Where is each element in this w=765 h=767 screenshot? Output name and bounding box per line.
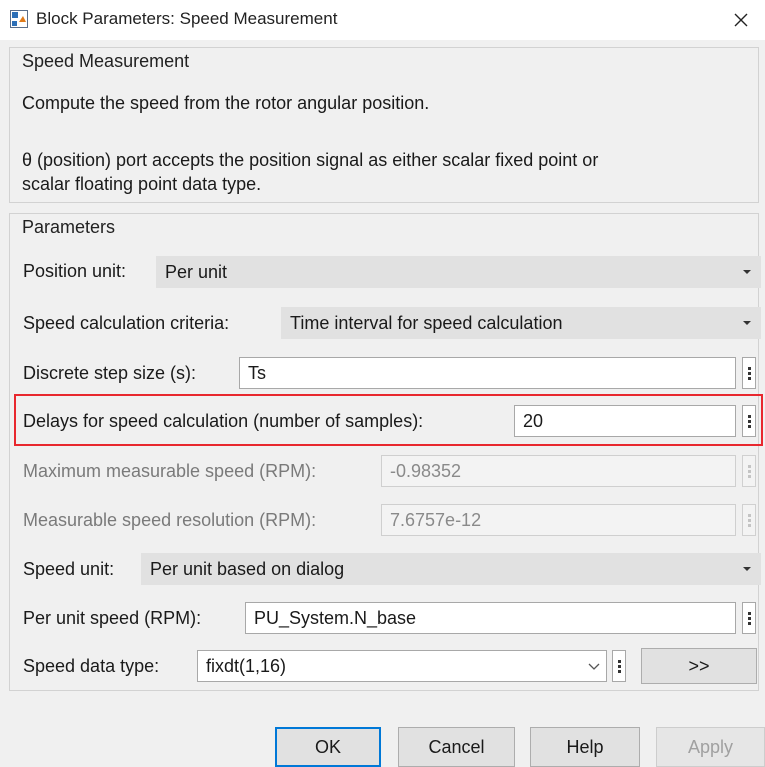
chevron-down-icon[interactable] — [588, 662, 600, 672]
description-group-title: Speed Measurement — [22, 51, 190, 71]
max-speed-value: -0.98352 — [390, 461, 462, 481]
delays-label: Delays for speed calculation (number of … — [23, 411, 424, 431]
dropdown-arrow-icon — [743, 270, 751, 274]
speed-data-type-value: fixdt(1,16) — [206, 656, 287, 676]
speed-calc-criteria-value: Time interval for speed calculation — [290, 313, 563, 333]
resolution-label: Measurable speed resolution (RPM): — [23, 510, 317, 530]
speed-data-type-options-icon[interactable] — [612, 650, 626, 682]
max-speed-input: -0.98352 — [381, 455, 736, 487]
speed-calc-criteria-label: Speed calculation criteria: — [23, 313, 230, 333]
speed-calc-criteria-dropdown[interactable]: Time interval for speed calculation — [281, 307, 761, 339]
position-unit-label: Position unit: — [23, 261, 127, 281]
resolution-options-icon — [742, 504, 756, 536]
help-button[interactable]: Help — [530, 727, 640, 767]
description-line: scalar floating point data type. — [22, 174, 262, 194]
ok-button[interactable]: OK — [275, 727, 381, 767]
apply-button: Apply — [656, 727, 765, 767]
cancel-button[interactable]: Cancel — [398, 727, 515, 767]
per-unit-speed-options-icon[interactable] — [742, 602, 756, 634]
resolution-value: 7.6757e-12 — [390, 510, 482, 530]
per-unit-speed-value: PU_System.N_base — [254, 608, 417, 628]
position-unit-dropdown[interactable]: Per unit — [156, 256, 761, 288]
speed-data-type-combobox[interactable]: fixdt(1,16) — [197, 650, 607, 682]
close-icon — [734, 13, 748, 27]
data-type-assistant-button[interactable]: >> — [641, 648, 757, 684]
parameters-group-title: Parameters — [22, 217, 116, 237]
description-group: Speed Measurement Compute the speed from… — [9, 47, 759, 203]
dropdown-arrow-icon — [743, 321, 751, 325]
simulink-block-icon — [10, 10, 28, 28]
close-button[interactable] — [717, 0, 765, 40]
delays-value: 20 — [523, 411, 544, 431]
description-line: Compute the speed from the rotor angular… — [22, 93, 430, 113]
delays-input[interactable]: 20 — [514, 405, 736, 437]
description-line: θ (position) port accepts the position s… — [22, 150, 599, 170]
window-title: Block Parameters: Speed Measurement — [36, 9, 338, 28]
discrete-step-input[interactable]: Ts — [239, 357, 736, 389]
per-unit-speed-label: Per unit speed (RPM): — [23, 608, 202, 628]
discrete-step-value: Ts — [248, 363, 266, 383]
max-speed-options-icon — [742, 455, 756, 487]
delays-options-icon[interactable] — [742, 405, 756, 437]
dropdown-arrow-icon — [743, 567, 751, 571]
position-unit-value: Per unit — [165, 262, 228, 282]
speed-data-type-label: Speed data type: — [23, 656, 160, 676]
speed-unit-label: Speed unit: — [23, 559, 115, 579]
speed-unit-dropdown[interactable]: Per unit based on dialog — [141, 553, 761, 585]
per-unit-speed-input[interactable]: PU_System.N_base — [245, 602, 736, 634]
discrete-step-options-icon[interactable] — [742, 357, 756, 389]
discrete-step-label: Discrete step size (s): — [23, 363, 197, 383]
resolution-input: 7.6757e-12 — [381, 504, 736, 536]
title-bar: Block Parameters: Speed Measurement — [0, 0, 765, 40]
speed-unit-value: Per unit based on dialog — [150, 559, 345, 579]
max-speed-label: Maximum measurable speed (RPM): — [23, 461, 317, 481]
